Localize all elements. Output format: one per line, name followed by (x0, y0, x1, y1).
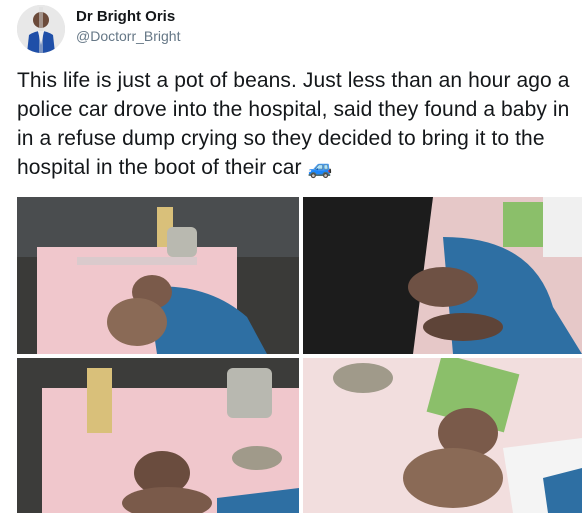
tweet-body: This life is just a pot of beans. Just l… (17, 69, 570, 179)
profile-photo-icon (17, 5, 65, 53)
author-handle[interactable]: @Doctorr_Bright (76, 28, 180, 44)
car-emoji: 🚙 (307, 157, 333, 179)
media-grid (17, 197, 582, 513)
media-photo-1[interactable] (17, 197, 299, 354)
baby-with-bottle-photo (17, 358, 299, 513)
author-avatar[interactable] (17, 5, 65, 53)
media-photo-2[interactable] (303, 197, 582, 354)
baby-closeup-photo (303, 358, 582, 513)
baby-incubator-photo (17, 197, 299, 354)
media-photo-4[interactable] (303, 358, 582, 513)
media-photo-3[interactable] (17, 358, 299, 513)
tweet-text: This life is just a pot of beans. Just l… (17, 66, 582, 183)
author-name[interactable]: Dr Bright Oris (76, 8, 175, 25)
baby-feet-photo (303, 197, 582, 354)
